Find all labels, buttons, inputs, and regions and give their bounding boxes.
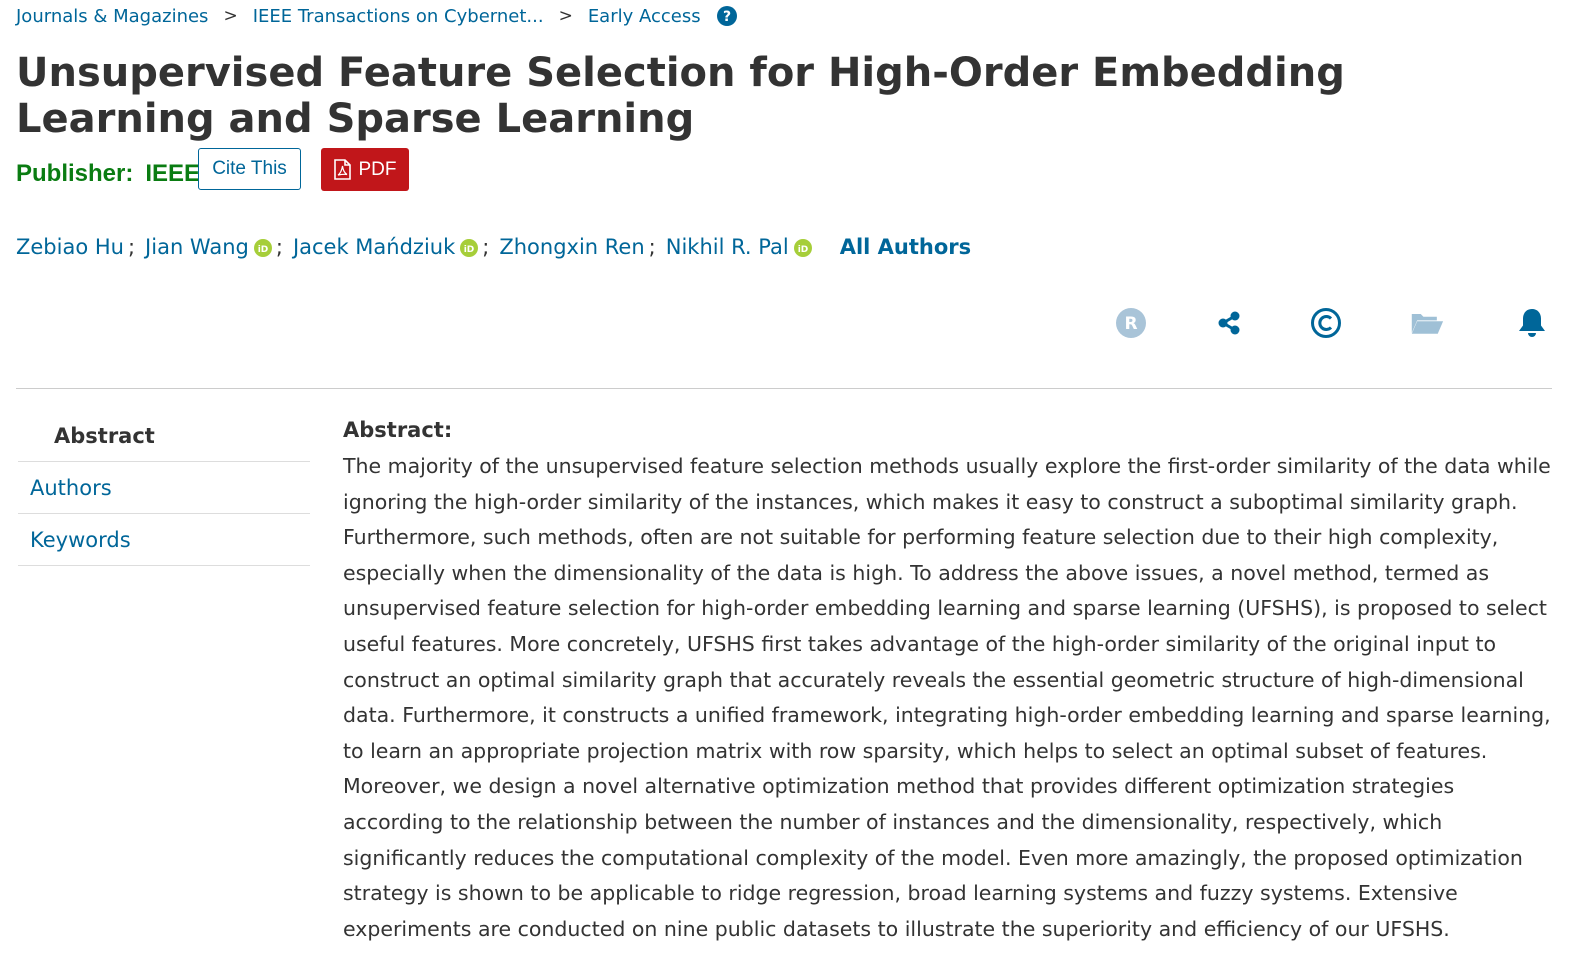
orcid-icon[interactable]: iD xyxy=(460,238,479,257)
author-separator: ; xyxy=(648,235,656,259)
folder-icon[interactable] xyxy=(1410,306,1444,340)
help-icon[interactable]: ? xyxy=(716,6,737,26)
pdf-file-icon xyxy=(333,159,351,180)
article-nav: Abstract Authors Keywords xyxy=(18,410,310,566)
alert-bell-icon[interactable] xyxy=(1515,306,1549,340)
publisher-info: Publisher: IEEE xyxy=(16,160,200,188)
svg-text:iD: iD xyxy=(464,245,475,255)
breadcrumb: Journals & Magazines > IEEE Transactions… xyxy=(16,4,737,28)
publisher-name: IEEE xyxy=(145,160,201,187)
author-list: Zebiao Hu ; Jian Wang iD ; Jacek Mańdziu… xyxy=(16,232,971,262)
author-link[interactable]: Jian Wang iD xyxy=(145,235,272,259)
author-name[interactable]: Zebiao Hu xyxy=(16,235,124,259)
pdf-button[interactable]: PDF xyxy=(321,148,409,191)
breadcrumb-early-access[interactable]: Early Access xyxy=(588,6,701,27)
author-link[interactable]: Zhongxin Ren xyxy=(499,235,644,259)
abstract-text: The majority of the unsupervised feature… xyxy=(343,454,1551,941)
rights-icon[interactable]: R xyxy=(1114,306,1148,340)
breadcrumb-journal-name[interactable]: IEEE Transactions on Cybernet... xyxy=(253,6,544,27)
abstract-heading: Abstract: xyxy=(343,418,453,442)
author-name[interactable]: Jian Wang xyxy=(145,235,249,259)
author-link[interactable]: Zebiao Hu xyxy=(16,235,124,259)
author-name[interactable]: Zhongxin Ren xyxy=(499,235,644,259)
page-title: Unsupervised Feature Selection for High-… xyxy=(16,50,1345,142)
nav-item-authors[interactable]: Authors xyxy=(18,462,310,514)
svg-text:iD: iD xyxy=(797,245,808,255)
breadcrumb-separator: > xyxy=(223,6,238,26)
orcid-icon[interactable]: iD xyxy=(253,238,272,257)
author-name[interactable]: Nikhil R. Pal xyxy=(666,235,789,259)
author-separator: ; xyxy=(275,235,283,259)
section-divider xyxy=(16,388,1552,389)
author-separator: ; xyxy=(482,235,490,259)
svg-text:?: ? xyxy=(723,9,731,25)
share-icon[interactable] xyxy=(1212,306,1246,340)
copyright-icon[interactable] xyxy=(1309,306,1343,340)
author-link[interactable]: Jacek Mańdziuk iD xyxy=(293,235,479,259)
orcid-icon[interactable]: iD xyxy=(793,238,812,257)
breadcrumb-separator: > xyxy=(558,6,573,26)
author-separator: ; xyxy=(127,235,136,259)
breadcrumb-journals-magazines[interactable]: Journals & Magazines xyxy=(16,6,208,27)
author-link[interactable]: Nikhil R. Pal iD xyxy=(666,235,812,259)
publisher-label: Publisher: xyxy=(16,160,134,187)
svg-text:iD: iD xyxy=(258,245,269,255)
all-authors-link[interactable]: All Authors xyxy=(840,235,971,259)
pdf-button-label: PDF xyxy=(358,158,397,180)
author-name[interactable]: Jacek Mańdziuk xyxy=(293,235,455,259)
cite-this-button[interactable]: Cite This xyxy=(198,148,301,190)
svg-text:R: R xyxy=(1124,314,1137,334)
nav-item-abstract[interactable]: Abstract xyxy=(18,410,310,462)
nav-item-keywords[interactable]: Keywords xyxy=(18,514,310,566)
